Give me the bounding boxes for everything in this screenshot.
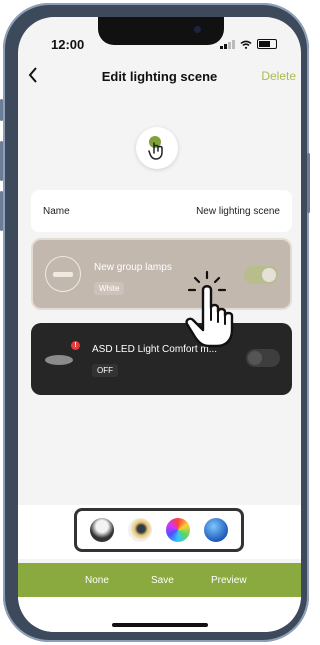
device-card-group-lamps[interactable]: New group lamps White [31,238,292,310]
preview-button[interactable]: Preview [211,575,247,586]
home-area [18,597,301,632]
battery-icon [257,39,277,49]
power-button [307,153,310,213]
ceiling-lamp-icon [45,355,73,365]
page-title: Edit lighting scene [101,69,218,84]
delete-button[interactable]: Delete [261,69,296,83]
device-card-asd-led[interactable]: ! ASD LED Light Comfort m... OFF [31,323,292,395]
save-button[interactable]: Save [151,575,174,586]
scene-name-row[interactable]: Name New lighting scene [31,190,292,232]
volume-up-button [0,141,3,181]
device-name: New group lamps [94,262,172,273]
scene-icon-button[interactable] [136,127,178,169]
screen: 12:00 Edit lighting scene Delete Name Ne… [18,17,301,632]
tap-hand-icon [148,142,163,160]
rgb-color-wheel-swatch[interactable] [166,518,190,542]
home-indicator[interactable] [112,623,208,627]
blue-globe-swatch[interactable] [204,518,228,542]
scene-name-value: New lighting scene [196,205,280,217]
status-icons [220,39,277,49]
device-status-tag: OFF [92,364,118,377]
lamp-group-icon [45,256,81,292]
tap-gesture-icon [185,270,234,348]
bottom-action-bar: None Save Preview [18,563,301,597]
device-status-tag: White [94,282,125,295]
toggle-knob [248,351,262,365]
signal-icon [220,40,235,49]
scene-name-label: Name [43,205,70,217]
device-toggle[interactable] [244,266,278,284]
device-toggle[interactable] [246,349,280,367]
wifi-icon [240,40,252,49]
warning-badge: ! [71,341,80,350]
toggle-knob [262,268,276,282]
color-options-row [18,505,301,559]
white-light-swatch[interactable] [90,518,114,542]
phone-frame: 12:00 Edit lighting scene Delete Name Ne… [0,3,310,642]
status-time: 12:00 [51,37,85,52]
notch [98,17,224,45]
side-button [0,99,3,121]
color-options-group [74,508,244,552]
camera-icon [194,26,201,33]
warm-light-swatch[interactable] [128,518,152,542]
none-button[interactable]: None [85,575,109,586]
volume-down-button [0,191,3,231]
